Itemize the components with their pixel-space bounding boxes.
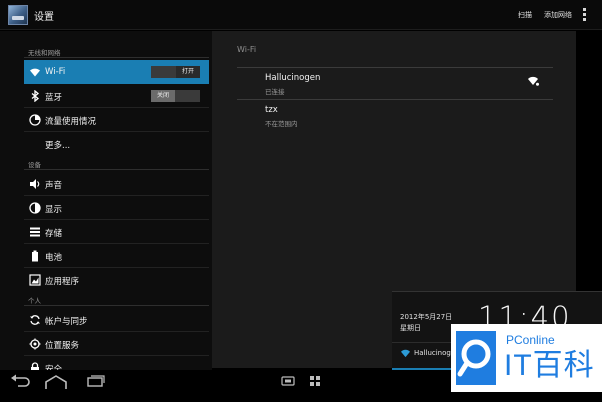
divider (237, 99, 553, 100)
divider (24, 305, 209, 306)
recent-apps-icon[interactable] (86, 374, 106, 388)
home-icon[interactable] (44, 374, 68, 390)
pie-chart-icon (29, 114, 41, 126)
back-icon[interactable] (10, 374, 30, 388)
wifi-signal-icon (528, 76, 539, 86)
wifi-icon (30, 68, 40, 77)
bluetooth-toggle[interactable]: 关闭 (151, 90, 200, 102)
sidebar-item-battery[interactable]: 电池 (24, 244, 209, 268)
wifi-icon (401, 349, 410, 358)
sidebar-item-label: 声音 (45, 181, 63, 191)
sidebar-item-wifi[interactable]: Wi-Fi 打开 (24, 60, 209, 84)
sidebar-item-label: 存储 (45, 229, 63, 239)
section-header-personal: 个人 (28, 297, 41, 305)
sidebar-item-label: 流量使用情况 (45, 117, 97, 127)
location-icon (29, 338, 41, 350)
network-status: 已连接 (265, 88, 285, 96)
screenshot-icon[interactable] (281, 375, 295, 387)
sidebar-item-label: 显示 (45, 205, 63, 215)
sidebar-item-sound[interactable]: 声音 (24, 172, 209, 196)
settings-list: 无线和网络 Wi-Fi 打开 蓝牙 关闭 流量使用情况 更多... 设备 声音 … (0, 31, 214, 370)
battery-icon (32, 250, 38, 262)
sidebar-item-location[interactable]: 位置服务 (24, 332, 209, 356)
settings-app-icon[interactable] (8, 5, 28, 25)
bluetooth-icon (31, 90, 40, 102)
bluetooth-toggle-label: 关闭 (151, 90, 175, 102)
sidebar-item-label: 安全 (45, 365, 63, 370)
sidebar-item-label: 位置服务 (45, 341, 80, 351)
divider (237, 67, 553, 68)
notification-date: 2012年5月27日 (400, 313, 453, 321)
section-header-device: 设备 (28, 161, 41, 169)
page-title: 设置 (34, 12, 54, 23)
sidebar-item-more[interactable]: 更多... (24, 132, 209, 156)
scan-button[interactable]: 扫描 (518, 10, 532, 20)
section-header-wireless: 无线和网络 (28, 49, 61, 57)
notification-weekday: 星期日 (400, 324, 421, 332)
search-logo-icon (456, 331, 496, 385)
sidebar-item-label: 电池 (45, 253, 63, 263)
sidebar-item-label: Wi-Fi (45, 67, 66, 77)
divider (24, 169, 209, 170)
sidebar-item-storage[interactable]: 存储 (24, 220, 209, 244)
speaker-icon (30, 179, 40, 189)
action-bar: 设置 扫描 添加网络 (0, 0, 602, 30)
brightness-icon (29, 202, 41, 214)
network-name: tzx (265, 105, 278, 115)
apps-icon (29, 274, 41, 286)
watermark-main-text: IT百科 (504, 349, 595, 382)
add-network-button[interactable]: 添加网络 (544, 10, 572, 20)
sync-icon (30, 315, 40, 325)
sidebar-item-label: 帐户与同步 (45, 317, 88, 327)
wifi-panel-header: Wi-Fi (237, 45, 257, 54)
pconline-watermark-logo: PConline IT百科 (451, 324, 602, 392)
sidebar-item-bluetooth[interactable]: 蓝牙 关闭 (24, 84, 209, 108)
sidebar-item-label: 应用程序 (45, 277, 80, 287)
sidebar-item-label: 蓝牙 (45, 93, 63, 103)
storage-icon (30, 227, 40, 237)
network-status: 不在范围内 (265, 120, 298, 128)
sidebar-item-apps[interactable]: 应用程序 (24, 268, 209, 292)
sidebar-item-security[interactable]: 安全 (24, 356, 209, 370)
wifi-toggle-label: 打开 (176, 66, 200, 78)
overflow-menu-icon[interactable] (583, 8, 587, 22)
watermark-top-text: PConline (506, 333, 555, 347)
sidebar-item-accounts[interactable]: 帐户与同步 (24, 308, 209, 332)
sidebar-item-display[interactable]: 显示 (24, 196, 209, 220)
network-name: Hallucinogen (265, 73, 321, 83)
lock-icon (31, 362, 39, 370)
sidebar-item-label: 更多... (45, 141, 71, 151)
grid-icon[interactable] (309, 375, 321, 387)
sidebar-item-data-usage[interactable]: 流量使用情况 (24, 108, 209, 132)
wifi-toggle[interactable]: 打开 (151, 66, 200, 78)
divider (24, 57, 209, 58)
